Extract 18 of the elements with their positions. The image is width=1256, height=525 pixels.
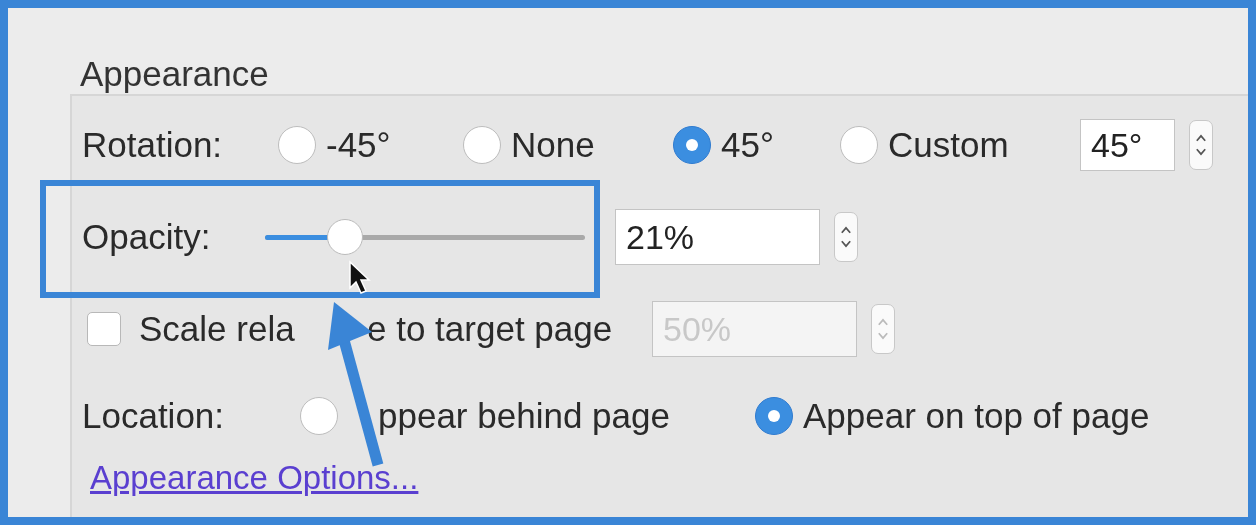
rotation-label: Rotation: <box>82 125 224 165</box>
radio-button[interactable]: ppear behind page <box>300 396 755 436</box>
radio-button[interactable]: -45° <box>278 125 463 165</box>
location-label: Location: <box>82 396 226 436</box>
radio-button[interactable]: Custom <box>840 125 1080 165</box>
radio-button[interactable]: Appear on top of page <box>755 396 1150 436</box>
opacity-label: Opacity: <box>82 217 212 257</box>
opacity-field[interactable]: 21% <box>615 209 820 265</box>
stepper-control[interactable] <box>834 212 858 262</box>
custom-angle-field[interactable]: 45° <box>1080 119 1175 171</box>
section-title: Appearance <box>80 54 270 92</box>
scale-label: Scale rela <box>139 309 296 349</box>
scale-label: e to target page <box>367 309 614 349</box>
cursor-icon <box>348 260 372 296</box>
stepper-control[interactable] <box>1189 120 1213 170</box>
radio-button[interactable]: None <box>463 125 673 165</box>
appearance-options-link[interactable]: Appearance Options... <box>90 458 419 498</box>
radio-button[interactable]: 45° <box>673 125 840 165</box>
